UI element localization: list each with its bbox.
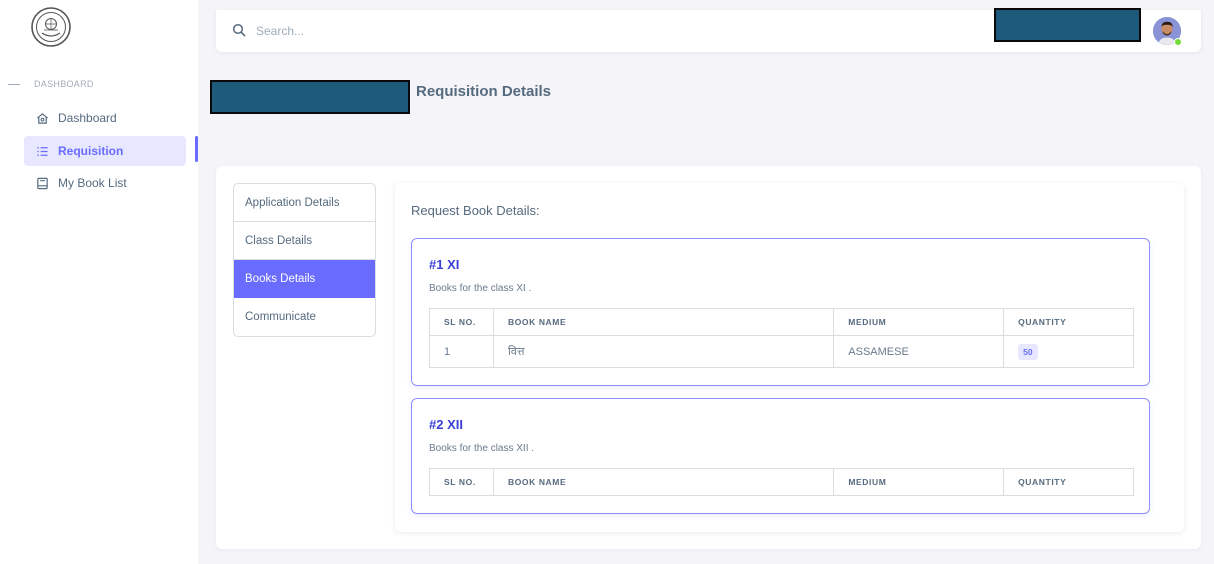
class-description: Books for the class XII . xyxy=(429,443,535,454)
requisition-card: Application Details Class Details Books … xyxy=(216,166,1201,549)
tab-books-details[interactable]: Books Details xyxy=(234,260,375,298)
redacted-title-prefix xyxy=(210,80,410,114)
book-icon xyxy=(35,176,49,190)
menu-section-header: DASHBOARD xyxy=(0,78,94,90)
column-header-quantity: QUANTITY xyxy=(1003,468,1134,496)
table-header-row: SL NO. BOOK NAME MEDIUM QUANTITY xyxy=(429,308,1134,336)
books-table: SL NO. BOOK NAME MEDIUM QUANTITY 1 वित्त… xyxy=(429,308,1134,368)
column-header-quantity: QUANTITY xyxy=(1003,308,1134,336)
table-header-row: SL NO. BOOK NAME MEDIUM QUANTITY xyxy=(429,468,1134,496)
sidebar-item-my-book-list[interactable]: My Book List xyxy=(24,168,186,198)
sidebar-item-requisition[interactable]: Requisition xyxy=(24,136,186,166)
column-header-sl-no: SL NO. xyxy=(429,468,494,496)
column-header-medium: MEDIUM xyxy=(833,468,1005,496)
panel-heading: Request Book Details: xyxy=(411,203,540,218)
books-table: SL NO. BOOK NAME MEDIUM QUANTITY xyxy=(429,468,1134,496)
search-input[interactable] xyxy=(256,22,556,40)
tab-application-details[interactable]: Application Details xyxy=(234,184,375,222)
class-title: #2 XII xyxy=(429,417,463,432)
class-card-xii: #2 XII Books for the class XII . SL NO. … xyxy=(411,398,1150,514)
class-title: #1 XI xyxy=(429,257,460,272)
redacted-user-name xyxy=(994,8,1141,42)
list-icon xyxy=(35,144,49,158)
page-title: Requisition Details xyxy=(416,83,552,100)
institution-logo[interactable] xyxy=(30,6,72,48)
table-row: 1 वित्त ASSAMESE 50 xyxy=(429,335,1134,368)
tab-class-details[interactable]: Class Details xyxy=(234,222,375,260)
tab-communicate[interactable]: Communicate xyxy=(234,298,375,336)
column-header-sl-no: SL NO. xyxy=(429,308,494,336)
menu-section-label: DASHBOARD xyxy=(34,79,94,89)
cell-book-name: वित्त xyxy=(492,335,835,368)
online-status-icon xyxy=(1174,38,1182,46)
class-description: Books for the class XI . xyxy=(429,283,532,294)
column-header-book-name: BOOK NAME xyxy=(492,308,835,336)
class-card-xi: #1 XI Books for the class XI . SL NO. BO… xyxy=(411,238,1150,386)
cell-quantity: 50 xyxy=(1003,335,1134,368)
quantity-badge: 50 xyxy=(1018,343,1038,360)
books-details-panel: Request Book Details: #1 XI Books for th… xyxy=(395,183,1184,532)
cell-medium: ASSAMESE xyxy=(833,335,1005,368)
main-content: Requisition Details Application Details … xyxy=(198,0,1214,564)
cell-sl-no: 1 xyxy=(429,335,494,368)
divider xyxy=(8,83,20,85)
sidebar-item-dashboard[interactable]: Dashboard xyxy=(24,103,186,133)
sidebar-item-label: My Book List xyxy=(58,176,127,190)
top-navbar xyxy=(216,8,1201,52)
column-header-medium: MEDIUM xyxy=(833,308,1005,336)
sidebar-item-label: Dashboard xyxy=(58,111,117,125)
search-icon[interactable] xyxy=(232,23,246,37)
sidebar-item-label: Requisition xyxy=(58,144,124,158)
sidebar: DASHBOARD Dashboard Requisition My Book … xyxy=(0,0,198,564)
details-tab-list: Application Details Class Details Books … xyxy=(233,183,376,337)
column-header-book-name: BOOK NAME xyxy=(492,468,835,496)
home-icon xyxy=(35,111,49,125)
